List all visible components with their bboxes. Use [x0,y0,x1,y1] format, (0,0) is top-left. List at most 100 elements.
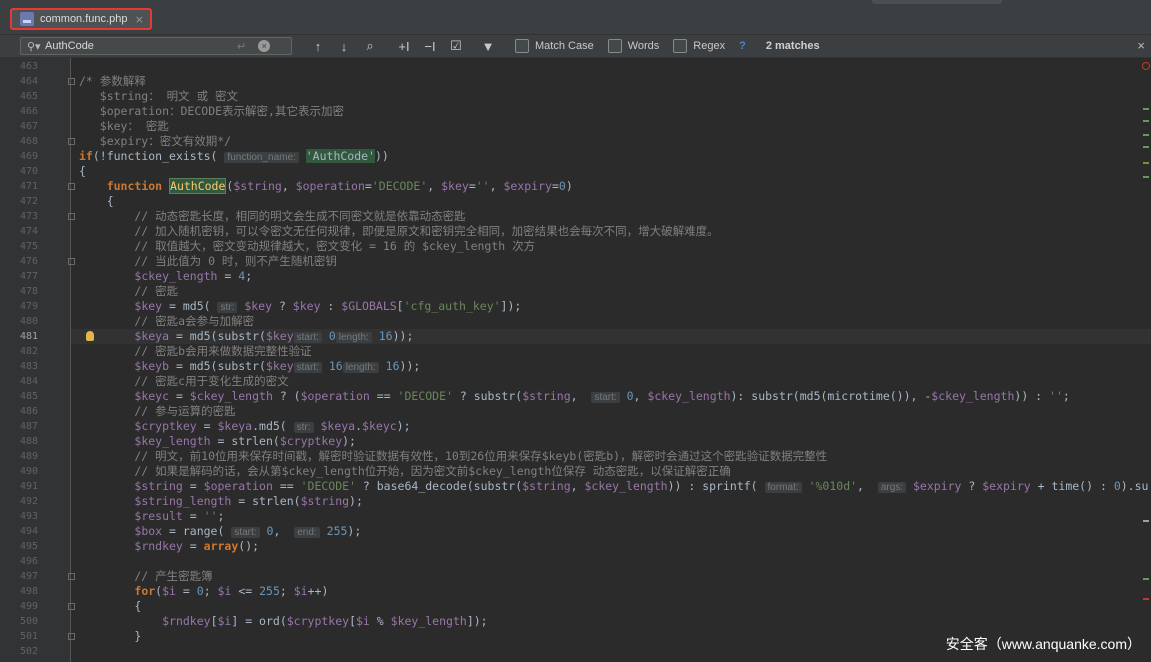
code-line[interactable]: { [79,164,86,179]
line-number[interactable]: 479 [0,299,38,314]
error-indicator-icon[interactable] [1142,62,1150,70]
code-line[interactable]: $expiry：密文有效期*/ [79,134,231,149]
stripe-mark[interactable] [1143,598,1149,600]
fold-toggle-icon[interactable] [68,603,75,610]
line-number[interactable]: 487 [0,419,38,434]
line-number[interactable]: 480 [0,314,38,329]
code-line[interactable]: // 如果是解码的话，会从第$ckey_length位开始，因为密文前$ckey… [79,464,730,479]
stripe-mark[interactable] [1143,520,1149,522]
clear-search-icon[interactable]: × [258,40,271,52]
stripe-mark[interactable] [1143,134,1149,136]
line-number[interactable]: 466 [0,104,38,119]
intention-bulb-icon[interactable] [86,331,94,341]
code-line[interactable]: { [79,599,141,614]
code-line[interactable]: $key： 密匙 [79,119,169,134]
close-tab-icon[interactable]: × [135,13,144,26]
code-line[interactable]: } [79,629,141,644]
regex-box[interactable] [673,39,688,53]
code-line[interactable]: $box = range( start: 0, end: 255); [79,524,361,539]
line-number[interactable]: 501 [0,629,38,644]
code-line[interactable]: // 密匙c用于变化生成的密文 [79,374,288,389]
stripe-mark[interactable] [1143,146,1149,148]
code-line[interactable]: for($i = 0; $i <= 255; $i++) [79,584,328,599]
stripe-mark[interactable] [1143,120,1149,122]
stripe-mark[interactable] [1143,162,1149,164]
code-line[interactable]: $ckey_length = 4; [79,269,252,284]
line-number[interactable]: 497 [0,569,38,584]
line-number[interactable]: 463 [0,59,38,74]
fold-toggle-icon[interactable] [68,138,75,145]
line-number[interactable]: 469 [0,149,38,164]
line-number[interactable]: 474 [0,224,38,239]
code-line[interactable]: // 参与运算的密匙 [79,404,235,419]
code-line[interactable]: // 密匙a会参与加解密 [79,314,254,329]
code-line[interactable]: $string = $operation == 'DECODE' ? base6… [79,479,1148,494]
line-number[interactable]: 472 [0,194,38,209]
line-number[interactable]: 486 [0,404,38,419]
line-number[interactable]: 476 [0,254,38,269]
next-occurrence-icon[interactable]: ↓ [331,39,357,54]
line-number[interactable]: 502 [0,644,38,659]
fold-toggle-icon[interactable] [68,633,75,640]
line-number[interactable]: 470 [0,164,38,179]
code-line[interactable]: $cryptkey = $keya.md5( str: $keya.$keyc)… [79,419,411,434]
code-line[interactable]: $rndkey = array(); [79,539,259,554]
search-input[interactable] [45,40,225,52]
line-number[interactable]: 500 [0,614,38,629]
fold-toggle-icon[interactable] [68,258,75,265]
fold-toggle-icon[interactable] [68,573,75,580]
code-line[interactable]: $rndkey[$i] = ord($cryptkey[$i % $key_le… [79,614,488,629]
words-checkbox[interactable]: Words [607,39,659,53]
match-case-checkbox[interactable]: Match Case [515,39,594,53]
line-number[interactable]: 496 [0,554,38,569]
fold-toggle-icon[interactable] [68,183,75,190]
line-number[interactable]: 484 [0,374,38,389]
line-number[interactable]: 482 [0,344,38,359]
close-find-icon[interactable]: × [1137,38,1145,53]
code-line[interactable]: $string： 明文 或 密文 [79,89,238,104]
error-stripe[interactable] [1141,58,1151,662]
line-number[interactable]: 494 [0,524,38,539]
code-line[interactable]: $key = md5( str: $key ? $key : $GLOBALS[… [79,299,521,314]
code-line[interactable]: $operation：DECODE表示解密,其它表示加密 [79,104,344,119]
code-line[interactable]: // 加入随机密钥，可以令密文无任何规律，即便是原文和密钥完全相同，加密结果也会… [79,224,718,239]
line-number[interactable]: 488 [0,434,38,449]
code-line[interactable]: // 取值越大，密文变动规律越大，密文变化 = 16 的 $ckey_lengt… [79,239,535,254]
code-editor[interactable]: 463 464 465 466 467 468 469 470 471 472 473 474 475 4… [0,58,1151,662]
code-line[interactable]: $key_length = strlen($cryptkey); [79,434,356,449]
stripe-mark[interactable] [1143,176,1149,178]
filter-icon[interactable]: ▼ [475,39,501,54]
select-all-occurrences-icon[interactable]: ☑ [443,38,469,54]
find-all-icon[interactable]: ⌕ [357,38,383,54]
line-number[interactable]: 464 [0,74,38,89]
match-case-box[interactable] [515,39,529,53]
code-line[interactable]: // 密匙 [79,284,178,299]
code-line[interactable]: $string_length = strlen($string); [79,494,363,509]
line-number[interactable]: 490 [0,464,38,479]
code-line[interactable]: // 动态密匙长度，相同的明文会生成不同密文就是依靠动态密匙 [79,209,465,224]
line-number[interactable]: 485 [0,389,38,404]
line-number[interactable]: 475 [0,239,38,254]
line-number[interactable]: 498 [0,584,38,599]
line-number[interactable]: 491 [0,479,38,494]
fold-toggle-icon[interactable] [68,78,75,85]
previous-occurrence-icon[interactable]: ↑ [305,39,331,54]
code-area[interactable]: /* 参数解释 $string： 明文 或 密文 $operation：DECO… [71,58,1151,662]
line-number[interactable]: 499 [0,599,38,614]
line-number[interactable]: 465 [0,89,38,104]
stripe-mark[interactable] [1143,108,1149,110]
search-icon[interactable]: ⚲▾ [27,40,45,53]
line-number[interactable]: 483 [0,359,38,374]
code-line[interactable]: // 当此值为 0 时，则不产生随机密钥 [79,254,337,269]
code-line[interactable]: // 产生密匙簿 [79,569,212,584]
line-number[interactable]: 477 [0,269,38,284]
file-tab[interactable]: common.func.php × [10,8,152,30]
line-number[interactable]: 467 [0,119,38,134]
remove-selection-icon[interactable]: −I [417,39,443,54]
add-selection-icon[interactable]: +I [391,39,417,54]
line-number[interactable]: 495 [0,539,38,554]
code-line[interactable]: $keyc = $ckey_length ? ($operation == 'D… [79,389,1070,404]
line-number[interactable]: 478 [0,284,38,299]
code-line[interactable]: { [79,194,114,209]
words-box[interactable] [607,39,622,53]
